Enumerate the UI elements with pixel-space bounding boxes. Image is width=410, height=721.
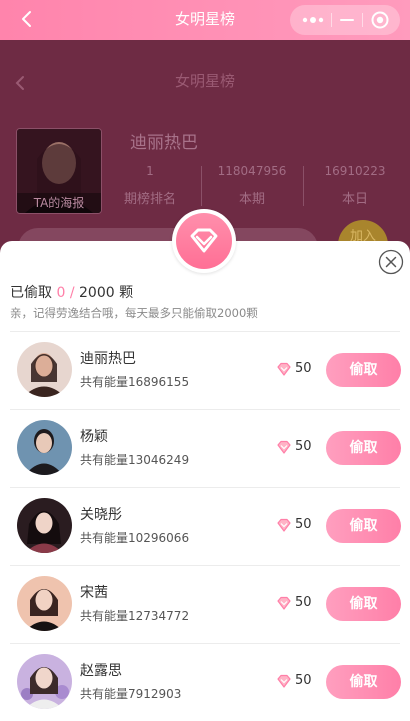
energy-total: 共有能量16896155 xyxy=(80,375,190,389)
avatar-portrait xyxy=(17,498,72,553)
page-title: 女明星榜 xyxy=(174,72,235,90)
steal-count: 50 xyxy=(295,673,312,688)
star-name: 宋茜 xyxy=(80,585,108,601)
title-bar: 女明星榜 xyxy=(0,0,410,40)
stat-value: 1 xyxy=(146,164,154,178)
energy-total: 共有能量10296066 xyxy=(80,531,190,545)
list-item: 杨颖 共有能量13046249 50 偷取 xyxy=(0,409,410,487)
diamond-icon xyxy=(277,596,291,610)
stolen-limit: 2000 颗 xyxy=(79,285,134,301)
gem-badge-circle xyxy=(176,213,232,269)
diamond-icon xyxy=(277,674,291,688)
steal-button[interactable]: 偷取 xyxy=(326,509,401,543)
star-stats: 1 期榜排名 118047956 本期 16910223 本日 xyxy=(100,164,410,210)
daily-limit-hint: 亲，记得劳逸结合哦，每天最多只能偷取2000颗 xyxy=(10,306,258,320)
steal-button[interactable]: 偷取 xyxy=(326,431,401,465)
steal-count: 50 xyxy=(295,439,312,454)
diamond-icon xyxy=(277,362,291,376)
stat-rank: 1 期榜排名 xyxy=(100,164,200,207)
diamond-icon xyxy=(190,228,218,253)
gem-badge xyxy=(172,209,236,273)
list-item: 迪丽热巴 共有能量16896155 50 偷取 xyxy=(0,331,410,409)
avatar xyxy=(17,342,72,397)
stat-period: 118047956 本期 xyxy=(202,164,302,207)
steal-count: 50 xyxy=(295,517,312,532)
capsule-divider xyxy=(362,13,363,27)
close-icon[interactable] xyxy=(378,249,404,275)
avatar xyxy=(17,420,72,475)
stat-value: 118047956 xyxy=(217,164,287,178)
star-name: 迪丽热巴 xyxy=(130,133,198,153)
star-name: 赵露思 xyxy=(80,663,122,679)
stolen-label: 已偷取 xyxy=(10,285,52,301)
list-item: 关晓彤 共有能量10296066 50 偷取 xyxy=(0,487,410,565)
avatar-portrait xyxy=(17,342,72,397)
minimize-icon[interactable] xyxy=(340,19,354,21)
star-name: 关晓彤 xyxy=(80,507,122,523)
diamond-icon xyxy=(277,518,291,532)
star-name: 迪丽热巴 xyxy=(80,351,136,367)
mini-program-capsule xyxy=(290,5,400,35)
avatar xyxy=(17,498,72,553)
stolen-count: 0 xyxy=(56,285,66,301)
steal-button[interactable]: 偷取 xyxy=(326,587,401,621)
steal-count: 50 xyxy=(295,595,312,610)
diamond-icon xyxy=(277,440,291,454)
stat-value: 16910223 xyxy=(324,164,386,178)
poster-label: TA的海报 xyxy=(17,193,101,213)
energy-total: 共有能量7912903 xyxy=(80,687,182,701)
stat-today: 16910223 本日 xyxy=(305,164,405,207)
energy-total: 共有能量13046249 xyxy=(80,453,190,467)
stolen-summary: 已偷取 0 / 2000 颗 xyxy=(10,282,133,302)
list-item: 宋茜 共有能量12734772 50 偷取 xyxy=(0,565,410,643)
avatar-portrait xyxy=(17,420,72,475)
list-item: 赵露思 共有能量7912903 50 偷取 xyxy=(0,643,410,721)
stat-label: 期榜排名 xyxy=(123,192,176,207)
stat-label: 本期 xyxy=(238,192,265,207)
steal-button[interactable]: 偷取 xyxy=(326,353,401,387)
more-icon[interactable] xyxy=(302,15,324,25)
steal-button[interactable]: 偷取 xyxy=(326,665,401,699)
avatar-portrait xyxy=(17,576,72,631)
stat-divider xyxy=(303,166,304,206)
capsule-divider xyxy=(331,13,332,27)
avatar xyxy=(17,576,72,631)
avatar xyxy=(17,654,72,709)
steal-count: 50 xyxy=(295,361,312,376)
stolen-separator: / xyxy=(69,285,75,301)
close-mini-program-icon[interactable] xyxy=(371,11,389,29)
avatar-portrait xyxy=(17,654,72,709)
star-poster: TA的海报 xyxy=(16,128,102,214)
stat-label: 本日 xyxy=(341,192,368,207)
energy-total: 共有能量12734772 xyxy=(80,609,190,623)
star-name: 杨颖 xyxy=(80,429,108,445)
